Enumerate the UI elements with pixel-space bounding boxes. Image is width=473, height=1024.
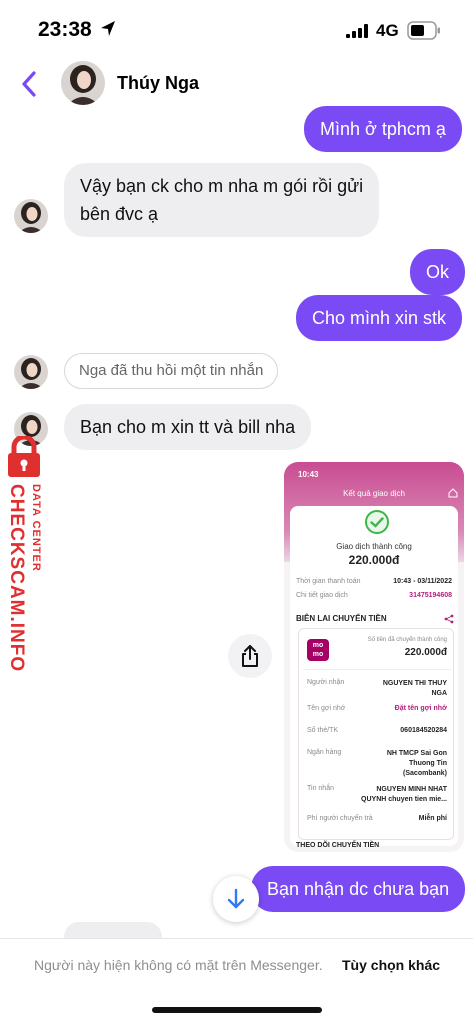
home-icon: [448, 488, 458, 498]
cellular-signal-icon: [346, 24, 368, 38]
receipt-row-label: Phí người chuyển trả: [307, 815, 373, 822]
receipt-row-label: Tin nhắn: [307, 785, 334, 792]
message-bubble-outgoing[interactable]: Cho mình xin stk: [296, 295, 463, 341]
share-icon: [444, 614, 454, 624]
follow-transfer-title: THEO DÕI CHUYỂN TIỀN: [296, 842, 380, 849]
contact-photo: [61, 61, 105, 105]
battery-icon: [407, 21, 440, 40]
contact-name[interactable]: Thúy Nga: [117, 73, 199, 94]
scroll-to-bottom-button[interactable]: [213, 876, 259, 922]
receipt-row-value: NGUYEN THI THUY NGA: [382, 680, 447, 697]
transfer-amount-label: Số tiền đã chuyển thành công: [367, 637, 447, 643]
message-line: bên đvc ạ: [80, 204, 159, 224]
message-line: Vậy bạn ck cho m nha m gói rồi gửi: [80, 176, 364, 196]
receipt-screen-title: Kết quả giao dịch: [343, 489, 405, 498]
transaction-amount: 220.000đ: [348, 553, 400, 567]
payment-time-label: Thời gian thanh toán: [296, 578, 361, 585]
receipt-status-time: 10:43: [298, 470, 319, 479]
unavailable-notice: Người này hiện không có mặt trên Messeng…: [34, 957, 323, 973]
share-button[interactable]: [228, 634, 272, 678]
message-bubble-outgoing[interactable]: Ok: [410, 249, 466, 295]
detail-label: Chi tiết giao dịch: [296, 592, 348, 599]
receipt-row-label: Số thẻ/TK: [307, 727, 339, 734]
unsent-message-notice: Nga đã thu hồi một tin nhắn: [64, 353, 279, 389]
message-bubble-incoming[interactable]: Bạn cho m xin tt và bill nha: [64, 404, 312, 450]
payment-time-value: 10:43 - 03/11/2022: [393, 578, 452, 585]
transaction-status: Giao dịch thành công: [336, 542, 412, 551]
watermark-sub-text: DATA CENTER: [30, 484, 42, 572]
arrow-down-icon: [227, 888, 245, 909]
divider: [303, 669, 451, 670]
receipt-row-label: Tên gợi nhớ: [307, 705, 346, 712]
home-indicator[interactable]: [152, 1007, 322, 1013]
receipt-card: Giao dịch thành công 220.000đ Thời gian …: [290, 506, 458, 846]
success-check-icon: [365, 510, 389, 534]
sender-photo: [14, 199, 48, 233]
detail-value: 31475194608: [409, 592, 452, 599]
watermark: CHECKSCAM.INFO DATA CENTER: [2, 436, 50, 672]
contact-avatar[interactable]: [61, 61, 105, 105]
location-arrow-icon: [101, 21, 115, 36]
status-bar: 23:38 4G: [0, 0, 473, 60]
receipt-image[interactable]: 10:43 Kết quả giao dịch Giao dịch thành …: [284, 462, 464, 852]
message-bubble-outgoing[interactable]: Mình ở tphcm ạ: [304, 106, 462, 152]
receipt-row-value: NH TMCP Sai Gon Thuong Tin (Sacombank): [386, 750, 447, 777]
padlock-icon: [8, 436, 40, 477]
sender-photo: [14, 355, 48, 389]
sender-avatar[interactable]: [14, 355, 48, 389]
back-chevron-icon[interactable]: [18, 69, 40, 99]
chat-header: Thúy Nga: [0, 55, 473, 111]
receipt-row-value: Đặt tên gợi nhớ: [394, 705, 447, 712]
transfer-amount-value: 220.000đ: [404, 647, 447, 658]
receipt-section-title: BIÊN LAI CHUYỂN TIỀN: [296, 614, 387, 623]
watermark-main-text: CHECKSCAM.INFO: [6, 484, 27, 673]
receipt-row-value: Miễn phí: [418, 815, 447, 822]
receipt-row-label: Ngân hàng: [307, 749, 342, 756]
status-time: 23:38: [38, 18, 92, 41]
message-bubble-outgoing[interactable]: Bạn nhận dc chưa bạn: [251, 866, 466, 912]
message-bubble-incoming[interactable]: Vậy bạn ck cho m nha m gói rồi gửi bên đ…: [64, 163, 380, 237]
receipt-row-value: 060184520284: [400, 727, 447, 734]
receipt-row-label: Người nhận: [307, 679, 345, 686]
receipt-box: mo mo Số tiền đã chuyển thành công 220.0…: [298, 628, 454, 840]
sender-avatar[interactable]: [14, 199, 48, 233]
momo-logo: mo mo: [307, 639, 329, 661]
more-options-link[interactable]: Tùy chọn khác: [342, 957, 440, 973]
receipt-row-value: NGUYEN MINH NHAT QUYNH chuyen tien mie..…: [361, 786, 447, 803]
footer-bar: Người này hiện không có mặt trên Messeng…: [0, 938, 473, 1024]
network-type: 4G: [376, 21, 399, 40]
share-icon: [242, 645, 258, 667]
